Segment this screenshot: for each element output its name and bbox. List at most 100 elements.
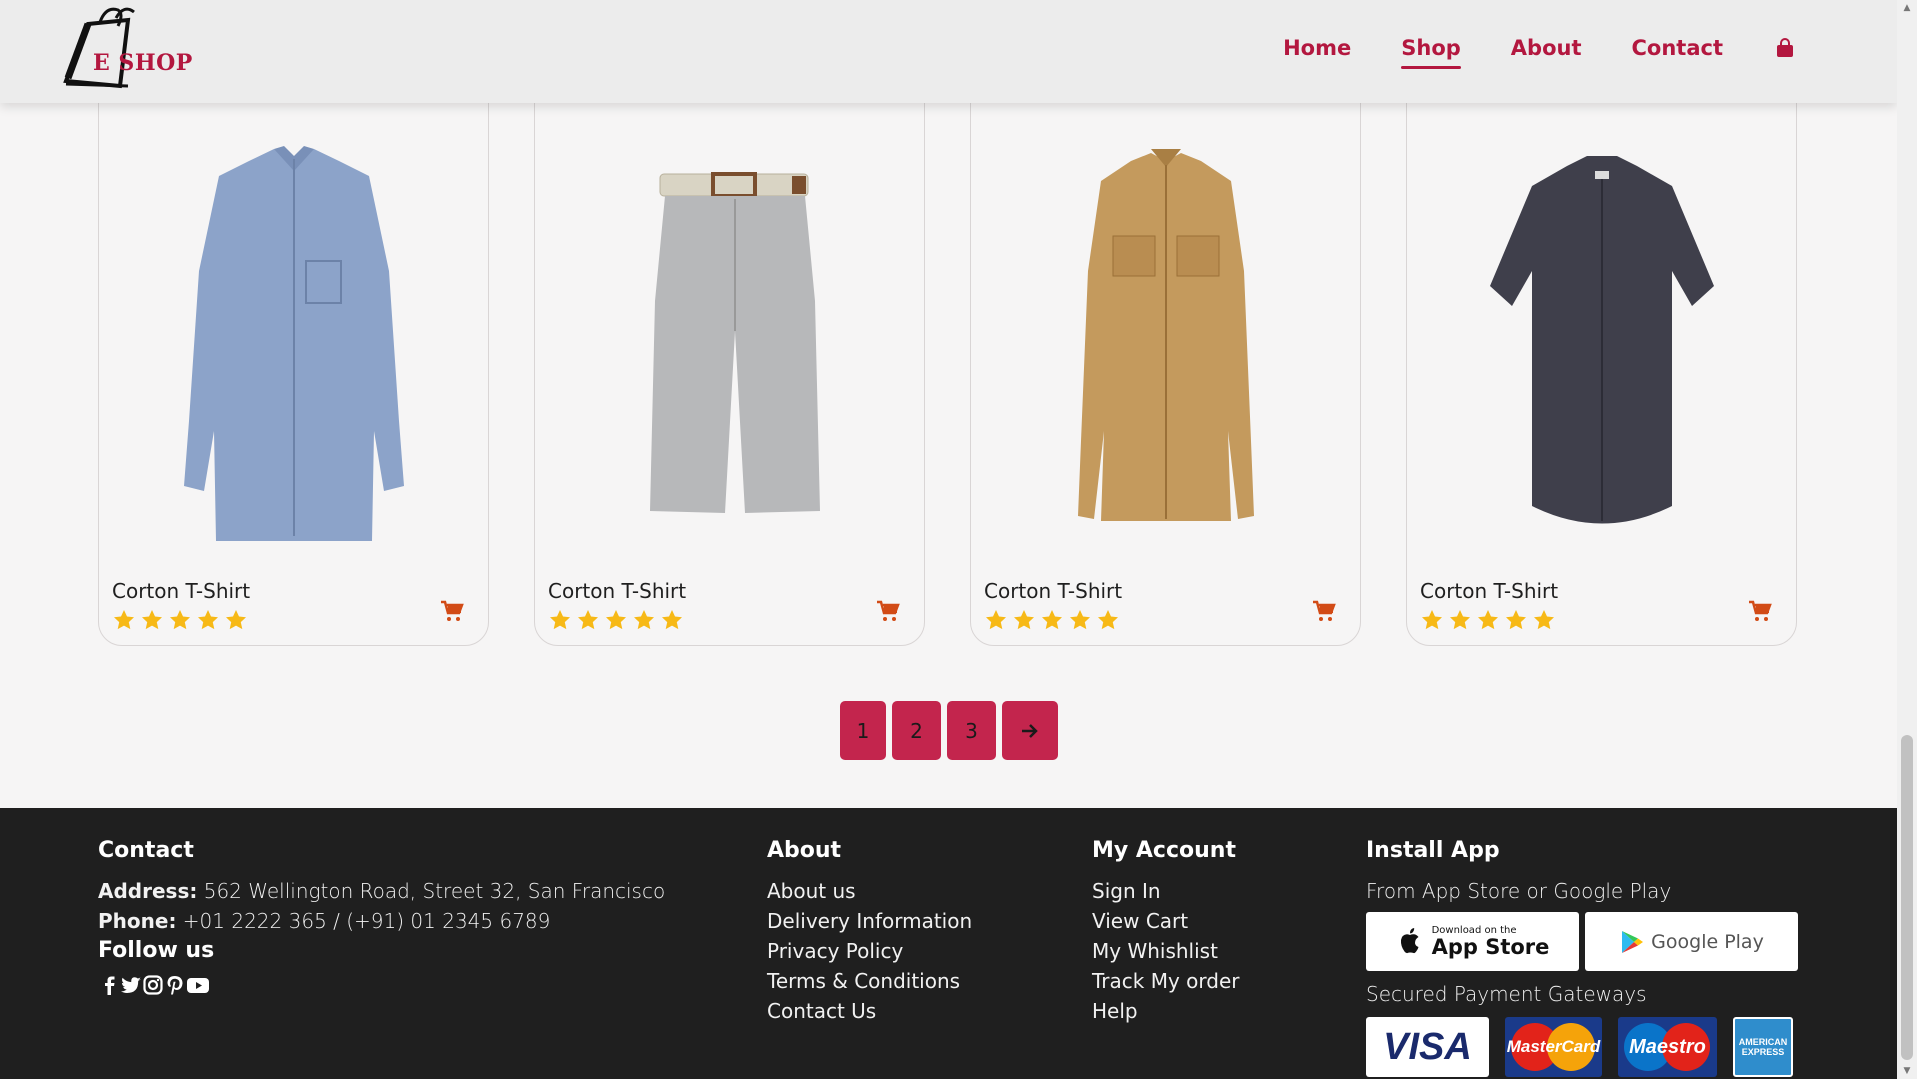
social-links [98, 974, 665, 996]
footer-link-track-order[interactable]: Track My order [1092, 966, 1239, 996]
footer-link-delivery[interactable]: Delivery Information [767, 906, 972, 936]
product-card[interactable]: Corton T-Shirt [970, 80, 1361, 646]
footer-about: About About us Delivery Information Priv… [767, 838, 972, 1026]
nav-home[interactable]: Home [1283, 36, 1351, 60]
visa-logo: VISA [1366, 1017, 1489, 1077]
product-name[interactable]: Corton T-Shirt [984, 579, 1122, 603]
star-icon [1070, 610, 1090, 630]
nav-contact[interactable]: Contact [1632, 36, 1724, 60]
star-icon [986, 610, 1006, 630]
follow-us-heading: Follow us [98, 938, 215, 963]
product-name[interactable]: Corton T-Shirt [548, 579, 686, 603]
page-scrollbar[interactable]: ▲ ▼ [1897, 0, 1917, 1079]
star-icon [114, 610, 134, 630]
apple-icon [1400, 927, 1419, 953]
page-button-1[interactable]: 1 [840, 701, 886, 760]
star-icon [1042, 610, 1062, 630]
cart-icon[interactable] [1748, 599, 1772, 623]
footer-link-privacy[interactable]: Privacy Policy [767, 936, 972, 966]
star-icon [1098, 610, 1118, 630]
star-icon [198, 610, 218, 630]
star-icon [1478, 610, 1498, 630]
footer-account: My Account Sign In View Cart My Whishlis… [1092, 838, 1239, 1026]
cart-icon[interactable] [440, 599, 464, 623]
mastercard-logo: MasterCard [1505, 1017, 1602, 1077]
site-header: E SHOP Home Shop About Contact [0, 0, 1897, 103]
footer-contact-heading: Contact [98, 838, 194, 863]
pinterest-icon[interactable] [164, 974, 186, 996]
site-footer: Contact Address: 562 Wellington Road, St… [0, 808, 1897, 1079]
star-icon [226, 610, 246, 630]
footer-contact: Contact Address: 562 Wellington Road, St… [98, 838, 665, 996]
footer-account-heading: My Account [1092, 838, 1236, 863]
footer-phone: Phone: +01 2222 365 / (+91) 01 2345 6789 [98, 909, 551, 933]
amex-logo: AMERICAN EXPRESS [1733, 1017, 1793, 1077]
instagram-icon[interactable] [142, 974, 164, 996]
scroll-up-icon[interactable]: ▲ [1901, 3, 1913, 13]
star-icon [170, 610, 190, 630]
star-icon [1506, 610, 1526, 630]
twitter-icon[interactable] [120, 974, 142, 996]
rating-stars [112, 608, 252, 632]
arrow-right-icon [1022, 723, 1038, 738]
logo-bag-icon[interactable] [58, 6, 183, 90]
google-play-icon [1622, 930, 1644, 953]
star-icon [634, 610, 654, 630]
next-page-button[interactable] [1002, 701, 1058, 760]
star-icon [1014, 610, 1034, 630]
footer-link-wishlist[interactable]: My Whishlist [1092, 936, 1239, 966]
product-name[interactable]: Corton T-Shirt [112, 579, 250, 603]
app-store-button[interactable]: Download on the App Store [1366, 912, 1579, 971]
product-image-charcoal-shirt [1489, 156, 1714, 524]
google-play-button[interactable]: Google Play [1585, 912, 1798, 971]
payment-logos: VISA MasterCard Maestro AMERICAN EXPRESS [1366, 1017, 1809, 1077]
cart-icon[interactable] [876, 599, 900, 623]
main-nav: Home Shop About Contact [1233, 36, 1795, 69]
nav-shop[interactable]: Shop [1401, 36, 1461, 69]
youtube-icon[interactable] [186, 974, 210, 996]
footer-install-heading: Install App [1366, 838, 1500, 863]
footer-link-contact-us[interactable]: Contact Us [767, 996, 972, 1026]
star-icon [142, 610, 162, 630]
nav-about[interactable]: About [1511, 36, 1582, 60]
logo-text[interactable]: E SHOP [93, 50, 193, 76]
footer-link-help[interactable]: Help [1092, 996, 1239, 1026]
facebook-icon[interactable] [98, 974, 120, 996]
maestro-logo: Maestro [1618, 1017, 1717, 1077]
product-image-blue-shirt [183, 146, 404, 541]
install-subtitle: From App Store or Google Play [1366, 879, 1672, 903]
star-icon [550, 610, 570, 630]
page-button-2[interactable]: 2 [892, 701, 941, 760]
scroll-thumb[interactable] [1901, 735, 1913, 1060]
footer-about-heading: About [767, 838, 842, 863]
cart-icon[interactable] [1312, 599, 1336, 623]
star-icon [662, 610, 682, 630]
footer-link-view-cart[interactable]: View Cart [1092, 906, 1239, 936]
star-icon [578, 610, 598, 630]
product-image-tan-overshirt [1077, 149, 1254, 521]
scroll-down-icon[interactable]: ▼ [1901, 1066, 1913, 1076]
product-card[interactable]: Corton T-Shirt [534, 80, 925, 646]
footer-install: Install App From App Store or Google Pla… [1366, 838, 1809, 1077]
product-card[interactable]: Corton T-Shirt [98, 80, 489, 646]
product-card[interactable]: Corton T-Shirt [1406, 80, 1797, 646]
shopping-bag-icon[interactable] [1775, 38, 1795, 58]
footer-link-terms[interactable]: Terms & Conditions [767, 966, 972, 996]
payments-heading: Secured Payment Gateways [1366, 982, 1647, 1006]
footer-link-about-us[interactable]: About us [767, 876, 972, 906]
google-play-text: Google Play [1651, 930, 1764, 953]
pagination: 1 2 3 [840, 701, 1064, 760]
footer-address: Address: 562 Wellington Road, Street 32,… [98, 879, 666, 903]
rating-stars [1420, 608, 1560, 632]
page-viewport: Corton T-Shirt Corton T-Shirt Corton T-S… [0, 0, 1897, 1079]
app-store-big-text: App Store [1431, 935, 1550, 959]
product-name[interactable]: Corton T-Shirt [1420, 579, 1558, 603]
star-icon [1534, 610, 1554, 630]
star-icon [1450, 610, 1470, 630]
footer-link-sign-in[interactable]: Sign In [1092, 876, 1239, 906]
product-image-striped-shorts [649, 172, 820, 513]
star-icon [606, 610, 626, 630]
page-button-3[interactable]: 3 [947, 701, 996, 760]
store-buttons: Download on the App Store Google Play [1366, 912, 1809, 971]
rating-stars [984, 608, 1124, 632]
